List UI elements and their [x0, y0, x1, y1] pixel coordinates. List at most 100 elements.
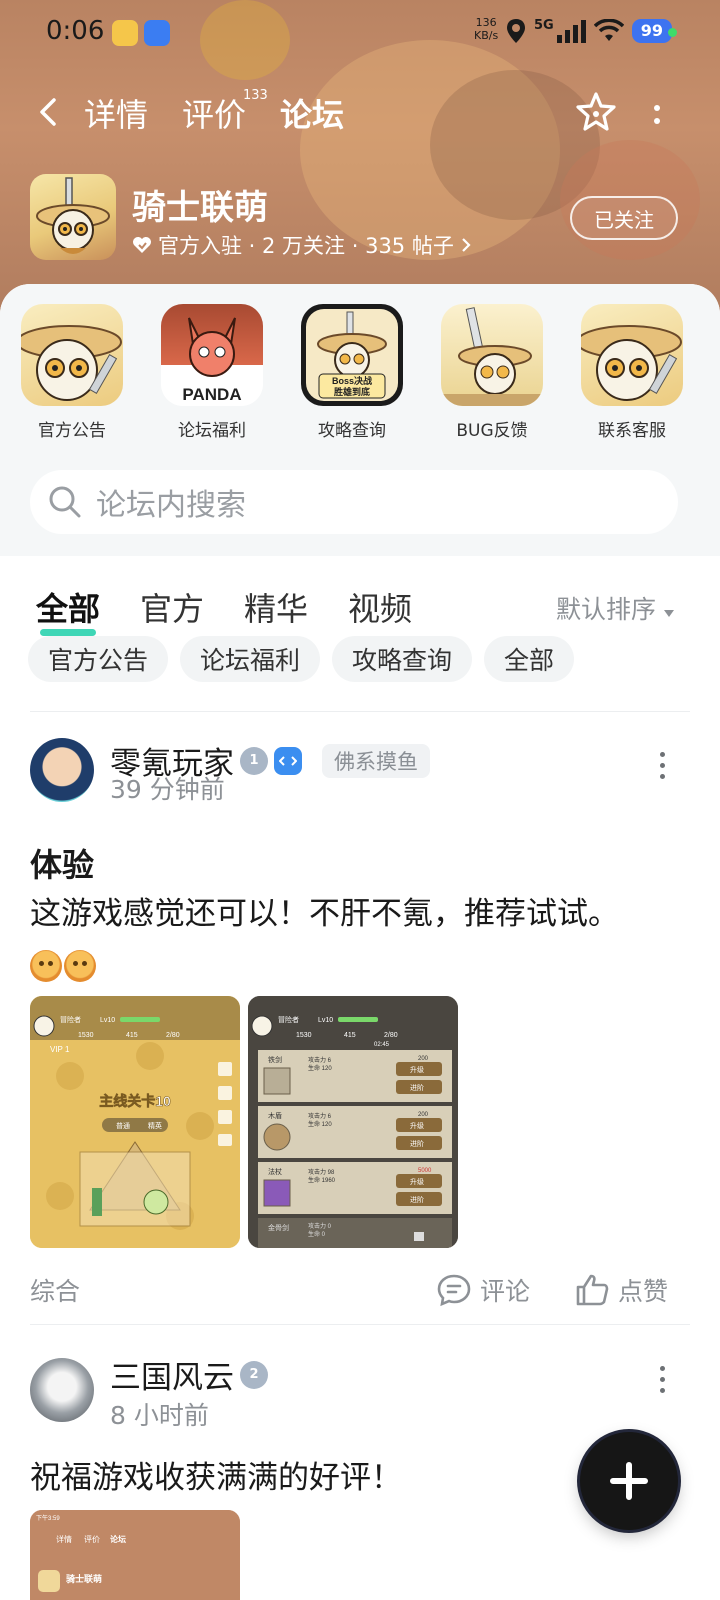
boss-guide-icon: Boss决战 胜雄到底 — [301, 304, 403, 406]
thumbs-up-icon — [576, 1274, 609, 1306]
svg-text:法杖: 法杖 — [268, 1167, 282, 1176]
panda-dragon-icon: PANDA — [161, 304, 263, 406]
wifi-icon — [593, 19, 624, 41]
more-options-button[interactable] — [646, 94, 668, 134]
emoji-icon — [64, 950, 96, 982]
quick-link-strategy[interactable]: Boss决战 胜雄到底 攻略查询 — [292, 304, 412, 441]
svg-text:攻击力 6: 攻击力 6 — [308, 1112, 332, 1120]
svg-text:骑士联萌: 骑士联萌 — [66, 1573, 102, 1584]
svg-text:生命 120: 生命 120 — [308, 1120, 332, 1128]
post-options-button[interactable] — [656, 752, 668, 779]
notification-app-icon — [144, 20, 170, 46]
svg-text:VIP 1: VIP 1 — [50, 1045, 70, 1054]
svg-text:生命 0: 生命 0 — [308, 1230, 326, 1238]
filter-tab-featured[interactable]: 精华 — [244, 584, 308, 630]
svg-text:铁剑: 铁剑 — [268, 1055, 282, 1064]
status-time: 0:06 — [46, 16, 105, 46]
comment-button[interactable]: 评论 — [436, 1272, 530, 1308]
chip-all[interactable]: 全部 — [484, 636, 575, 682]
user-title-tag: 佛系摸鱼 — [322, 743, 430, 778]
panda-knight-icon — [581, 304, 683, 406]
chip-benefits[interactable]: 论坛福利 — [180, 636, 321, 682]
svg-text:精英: 精英 — [148, 1121, 162, 1130]
back-button[interactable] — [30, 92, 66, 132]
filter-tab-video[interactable]: 视频 — [348, 584, 412, 630]
status-bar: 0:06 136 KB/s 5G 99 — [0, 0, 720, 64]
svg-text:1530: 1530 — [78, 1032, 94, 1039]
tab-forum[interactable]: 论坛 — [280, 90, 354, 136]
new-post-button[interactable] — [580, 1432, 678, 1530]
post-time: 8 小时前 — [110, 1401, 209, 1430]
post-image[interactable]: 冒险者 Lv10 1530 415 2/80 VIP 1 主线关卡10 普通 精… — [30, 996, 240, 1248]
chevron-right-icon — [462, 238, 471, 252]
network-type: 5G — [534, 18, 554, 33]
svg-text:升级: 升级 — [410, 1065, 424, 1074]
svg-text:主线关卡10: 主线关卡10 — [99, 1093, 171, 1109]
network-speed: 136 KB/s — [474, 16, 499, 42]
post-body: 祝福游戏收获满满的好评！ — [30, 1460, 402, 1496]
svg-text:200: 200 — [418, 1056, 429, 1062]
game-stats-link[interactable]: 官方入驻 · 2 万关注 · 335 帖子 — [132, 230, 472, 260]
author-row: 三国风云 2 — [110, 1352, 268, 1397]
svg-text:金骨剑: 金骨剑 — [268, 1223, 289, 1232]
svg-text:详情: 详情 — [56, 1534, 72, 1544]
svg-text:进阶: 进阶 — [410, 1083, 424, 1092]
search-icon — [49, 486, 81, 518]
quick-link-customer-service[interactable]: 联系客服 — [572, 304, 692, 441]
game-title: 骑士联萌 — [132, 188, 268, 228]
svg-text:Boss决战: Boss决战 — [332, 375, 372, 386]
game-header-banner: 0:06 136 KB/s 5G 99 详情 评价 133 论坛 骑士联萌 官方… — [0, 0, 720, 320]
svg-text:进阶: 进阶 — [410, 1139, 424, 1148]
svg-text:2/80: 2/80 — [166, 1032, 180, 1039]
quick-link-forum-benefits[interactable]: PANDA 论坛福利 — [152, 304, 272, 441]
chip-strategy[interactable]: 攻略查询 — [332, 636, 473, 682]
sort-dropdown[interactable]: 默认排序 — [556, 590, 674, 626]
quick-link-announcements[interactable]: 官方公告 — [12, 304, 132, 441]
svg-text:415: 415 — [126, 1032, 138, 1039]
svg-text:生命 120: 生命 120 — [308, 1064, 332, 1072]
avatar[interactable] — [30, 1358, 94, 1422]
svg-text:Lv10: Lv10 — [318, 1017, 333, 1024]
post-image[interactable]: 冒险者 Lv10 1530 415 2/80 02:45 铁剑 攻击力 6 生命… — [248, 996, 458, 1248]
svg-text:冒险者: 冒险者 — [278, 1015, 299, 1024]
tab-reviews[interactable]: 评价 — [182, 90, 246, 136]
quick-link-bug-report[interactable]: BUG反馈 — [432, 304, 552, 441]
panda-knight-icon — [21, 304, 123, 406]
post-title: 体验 — [30, 846, 95, 884]
svg-text:1530: 1530 — [296, 1032, 312, 1039]
post-image[interactable]: 下午3:59 详情 评价 论坛 骑士联萌 — [30, 1510, 240, 1600]
svg-text:PANDA: PANDA — [182, 385, 241, 404]
top-navigation: 详情 评价 133 论坛 — [0, 80, 720, 144]
author-name[interactable]: 三国风云 — [110, 1352, 234, 1397]
svg-text:升级: 升级 — [410, 1177, 424, 1186]
signal-icon — [556, 20, 586, 43]
caret-down-icon — [663, 610, 674, 617]
post-options-button[interactable] — [656, 1366, 668, 1393]
battery-indicator: 99 — [631, 19, 672, 43]
svg-text:攻击力 6: 攻击力 6 — [308, 1056, 332, 1064]
svg-text:200: 200 — [418, 1112, 429, 1118]
svg-text:02:45: 02:45 — [374, 1042, 390, 1048]
post-category[interactable]: 综合 — [30, 1272, 80, 1308]
avatar[interactable] — [30, 738, 94, 802]
favorite-button[interactable] — [574, 90, 618, 134]
panda-sword-icon — [441, 304, 543, 406]
post-body: 这游戏感觉还可以！不肝不氪，推荐试试。 — [30, 896, 619, 932]
game-info: 骑士联萌 官方入驻 · 2 万关注 · 335 帖子 已关注 — [30, 174, 690, 264]
tab-details[interactable]: 详情 — [84, 90, 148, 136]
svg-text:普通: 普通 — [116, 1121, 130, 1130]
forum-search-input[interactable]: 论坛内搜索 — [30, 470, 678, 534]
filter-tab-all[interactable]: 全部 — [36, 584, 100, 636]
post-footer: 综合 评论 点赞 — [30, 1272, 690, 1312]
follow-button[interactable]: 已关注 — [570, 196, 678, 240]
game-logo[interactable] — [30, 174, 116, 260]
like-button[interactable]: 点赞 — [574, 1272, 668, 1308]
privacy-dot — [668, 28, 677, 37]
svg-text:5000: 5000 — [418, 1168, 432, 1174]
filter-tab-official[interactable]: 官方 — [140, 584, 204, 630]
svg-text:Lv10: Lv10 — [100, 1017, 115, 1024]
svg-text:415: 415 — [344, 1032, 356, 1039]
svg-text:攻击力 0: 攻击力 0 — [308, 1222, 332, 1230]
chip-announcements[interactable]: 官方公告 — [28, 636, 169, 682]
post-item[interactable]: 零氪玩家 1 佛系摸鱼 39 分钟前 体验 这游戏感觉还可以！不肝不氪，推荐试试… — [0, 728, 720, 1314]
